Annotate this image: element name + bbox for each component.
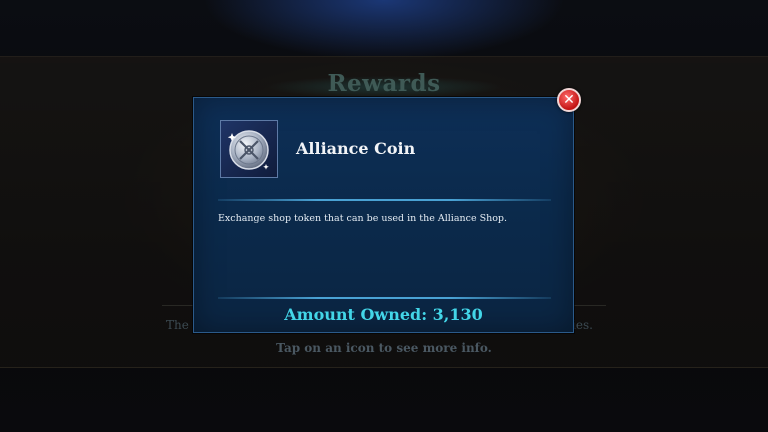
alliance-coin-icon bbox=[220, 120, 278, 178]
tap-icon-hint: Tap on an icon to see more info. bbox=[276, 341, 492, 355]
item-info-modal: Alliance Coin Exchange shop token that c… bbox=[193, 97, 574, 333]
coin-graphic bbox=[227, 130, 269, 170]
item-name: Alliance Coin bbox=[296, 139, 416, 158]
footer-divider bbox=[218, 297, 551, 299]
close-icon: ✕ bbox=[563, 92, 575, 108]
rewards-title: Rewards bbox=[327, 70, 441, 97]
amount-owned: Amount Owned: 3,130 bbox=[284, 305, 483, 324]
background-text-fragment-right: ies. bbox=[572, 318, 593, 332]
header-divider bbox=[218, 199, 551, 201]
item-description: Exchange shop token that can be used in … bbox=[218, 213, 508, 224]
close-button[interactable]: ✕ bbox=[557, 88, 581, 112]
background-text-fragment-left: The bbox=[166, 318, 189, 332]
